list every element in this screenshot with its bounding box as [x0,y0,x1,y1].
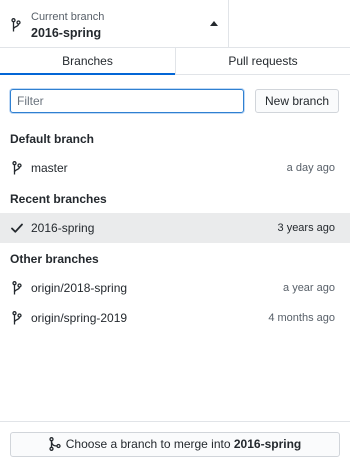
git-branch-icon [12,281,22,295]
tab-pull-requests[interactable]: Pull requests [175,48,350,75]
git-branch-icon [11,18,21,32]
branch-row-origin-2018-spring[interactable]: origin/2018-spring a year ago [0,273,350,303]
section-title-default: Default branch [10,132,95,146]
branches-panel: Current branch 2016-spring Branches Pull… [0,0,350,467]
git-branch-icon [12,311,22,325]
section-title-recent: Recent branches [10,192,107,206]
branch-time: a year ago [283,282,335,294]
current-branch-caption: Current branch [31,11,105,23]
branch-name: origin/spring-2019 [31,311,128,325]
merge-branch-name: 2016-spring [233,437,302,451]
branch-name: origin/2018-spring [31,281,128,295]
section-title-other: Other branches [10,252,99,266]
branch-name: 2016-spring [31,221,95,235]
caret-up-icon [210,21,218,26]
current-branch-name: 2016-spring [31,26,102,40]
branch-row-master[interactable]: master a day ago [0,153,350,183]
current-branch-dropdown[interactable]: Current branch 2016-spring [0,0,229,47]
branch-time: 3 years ago [277,222,335,234]
tab-branches[interactable]: Branches [0,48,175,75]
filter-input[interactable] [10,89,244,113]
branch-name: master [31,161,68,175]
branch-time: 4 months ago [268,312,335,324]
git-merge-icon [49,437,61,451]
new-branch-button[interactable]: New branch [255,89,339,113]
branch-time: a day ago [286,162,335,174]
git-branch-icon [12,161,22,175]
branch-row-2016-spring[interactable]: 2016-spring 3 years ago [0,213,350,243]
footer-divider [0,421,350,422]
merge-prefix: Choose a branch to merge into [65,437,234,451]
merge-into-branch-button[interactable]: Choose a branch to merge into 2016-sprin… [10,432,340,457]
check-icon [11,223,23,233]
branch-row-origin-spring-2019[interactable]: origin/spring-2019 4 months ago [0,303,350,333]
